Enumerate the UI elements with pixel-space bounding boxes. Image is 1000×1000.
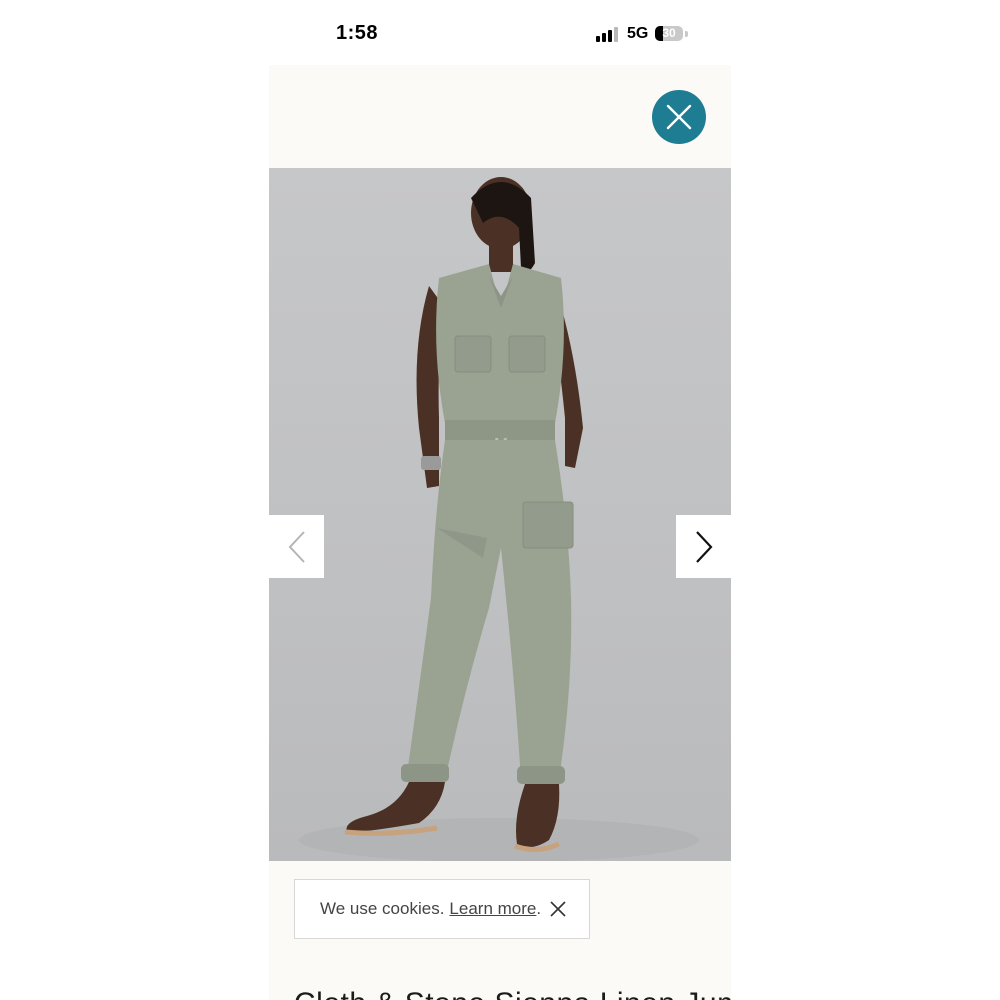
cookie-banner: We use cookies. Learn more. [294,879,590,939]
learn-more-link[interactable]: Learn more [449,899,536,919]
chevron-left-icon [288,530,305,563]
battery-cap [685,31,688,37]
close-cookie-button[interactable] [549,900,567,918]
next-image-button[interactable] [676,515,731,578]
close-modal-button[interactable] [652,90,706,144]
signal-icon [596,27,620,42]
status-time: 1:58 [336,22,379,44]
battery-icon: 30 [655,26,683,41]
model-illustration [299,177,699,861]
close-icon [666,104,692,130]
product-image [269,168,731,861]
chevron-right-icon [695,530,713,563]
image-modal: We use cookies. Learn more. Cloth & Ston… [269,65,731,1000]
battery-percent: 30 [662,26,676,40]
cookie-period: . [536,899,542,918]
product-title: Cloth & Stone Sienna Linen Jumpsuit [294,987,731,1000]
network-type: 5G [627,25,649,42]
cookie-message: We use cookies. [320,899,445,918]
previous-image-button[interactable] [269,515,324,578]
